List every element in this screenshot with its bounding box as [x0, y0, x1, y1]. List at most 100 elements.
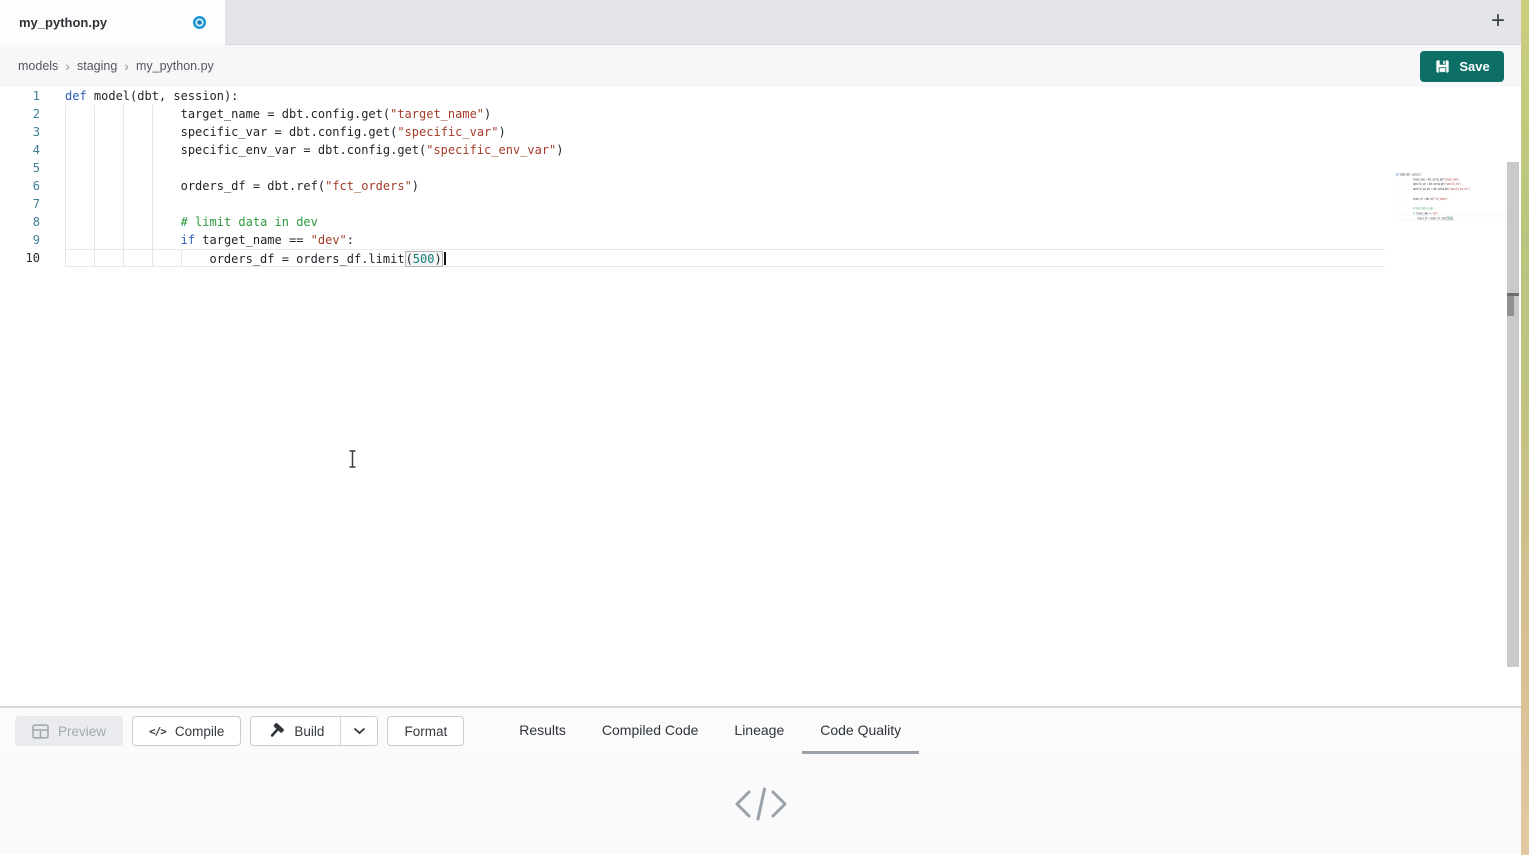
code-line[interactable]	[65, 195, 1385, 213]
code-line[interactable]: if target_name == "dev":	[65, 231, 1385, 249]
code-line[interactable]	[65, 159, 1385, 177]
code-line[interactable]: specific_env_var = dbt.config.get("speci…	[65, 141, 1385, 159]
breadcrumb-models: models	[18, 59, 58, 73]
unsaved-changes-dot	[193, 16, 206, 29]
indent-guide	[152, 231, 153, 249]
indent-guide	[123, 159, 124, 177]
tab-compiled-code[interactable]: Compiled Code	[584, 708, 717, 754]
indent-guide	[94, 195, 95, 213]
code-content[interactable]: def model(dbt, session):target_name = db…	[65, 87, 1385, 267]
line-number: 4	[0, 141, 40, 159]
line-number: 6	[0, 177, 40, 195]
vertical-scrollbar[interactable]	[1507, 162, 1519, 667]
tab-results[interactable]: Results	[501, 708, 584, 754]
line-number: 8	[0, 213, 40, 231]
indent-guide	[94, 177, 95, 195]
tab-compiled-code-label: Compiled Code	[602, 722, 699, 738]
line-number: 5	[0, 159, 40, 177]
line-number: 10	[0, 249, 40, 267]
indent-guide	[152, 177, 153, 195]
tab-my-python-py[interactable]: my_python.py	[0, 0, 225, 45]
indent-guide	[123, 141, 124, 159]
format-button[interactable]: Format	[387, 716, 464, 746]
code-line[interactable]: target_name = dbt.config.get("target_nam…	[65, 105, 1385, 123]
indent-guide	[94, 250, 95, 266]
plus-icon: +	[1491, 9, 1505, 33]
tab-results-label: Results	[519, 722, 566, 738]
save-icon	[1434, 58, 1451, 75]
indent-guide	[94, 213, 95, 231]
hammer-icon	[267, 722, 285, 740]
indent-guide	[94, 123, 95, 141]
indent-guide	[123, 177, 124, 195]
breadcrumb-staging: staging	[77, 59, 117, 73]
save-button[interactable]: Save	[1420, 51, 1504, 82]
indent-guide	[65, 105, 66, 123]
build-label: Build	[294, 724, 324, 739]
indent-guide	[152, 250, 153, 266]
indent-guide	[152, 105, 153, 123]
indent-guide	[181, 250, 182, 266]
line-number: 2	[0, 105, 40, 123]
line-number-gutter: 12345678910	[0, 87, 40, 267]
code-icon: </>	[149, 725, 166, 738]
indent-guide	[65, 250, 66, 266]
indent-guide	[94, 159, 95, 177]
indent-guide	[65, 231, 66, 249]
line-number: 9	[0, 231, 40, 249]
indent-guide	[65, 141, 66, 159]
indent-guide	[94, 141, 95, 159]
text-ibeam-cursor	[346, 449, 359, 469]
code-editor[interactable]: 12345678910 def model(dbt, session):targ…	[0, 87, 1521, 707]
indent-guide	[152, 159, 153, 177]
build-button[interactable]: Build	[251, 717, 340, 745]
indent-guide	[152, 213, 153, 231]
format-label: Format	[404, 724, 447, 739]
preview-label: Preview	[58, 724, 106, 739]
table-icon	[32, 724, 49, 739]
code-line[interactable]: # limit data in dev	[65, 213, 1385, 231]
indent-guide	[65, 159, 66, 177]
indent-guide	[65, 177, 66, 195]
compile-label: Compile	[175, 724, 225, 739]
compile-button[interactable]: </> Compile	[132, 716, 241, 746]
build-options-button[interactable]	[340, 717, 377, 745]
indent-guide	[94, 231, 95, 249]
breadcrumb: models › staging › my_python.py Save	[0, 45, 1521, 87]
indent-guide	[65, 123, 66, 141]
indent-guide	[94, 105, 95, 123]
build-split-button: Build	[250, 716, 378, 746]
indent-guide	[152, 141, 153, 159]
indent-guide	[123, 105, 124, 123]
save-label: Save	[1459, 59, 1489, 74]
indent-guide	[123, 231, 124, 249]
code-line[interactable]: orders_df = orders_df.limit(500)	[1396, 216, 1517, 221]
code-line[interactable]: def model(dbt, session):	[65, 87, 1385, 105]
chevron-right-icon: ›	[124, 58, 129, 74]
indent-guide	[123, 195, 124, 213]
desktop-edge-strip	[1521, 0, 1529, 855]
line-number: 3	[0, 123, 40, 141]
code-icon	[730, 783, 792, 825]
indent-guide	[152, 195, 153, 213]
bottom-toolbar: Preview </> Compile Build	[0, 707, 1521, 754]
tab-strip: my_python.py +	[0, 0, 1521, 45]
code-line[interactable]: orders_df = dbt.ref("fct_orders")	[65, 177, 1385, 195]
result-tabs: Results Compiled Code Lineage Code Quali…	[501, 708, 919, 754]
indent-guide	[123, 123, 124, 141]
breadcrumb-file: my_python.py	[136, 59, 214, 73]
preview-button[interactable]: Preview	[15, 716, 123, 746]
tab-lineage[interactable]: Lineage	[716, 708, 802, 754]
ide-window: my_python.py + models › staging › my_pyt…	[0, 0, 1521, 855]
indent-guide	[152, 123, 153, 141]
new-tab-button[interactable]: +	[1483, 6, 1513, 36]
indent-guide	[123, 213, 124, 231]
indent-guide	[65, 213, 66, 231]
line-number: 1	[0, 87, 40, 105]
code-line[interactable]: specific_var = dbt.config.get("specific_…	[65, 123, 1385, 141]
tab-code-quality[interactable]: Code Quality	[802, 708, 919, 754]
scrollbar-thumb[interactable]	[1507, 296, 1514, 316]
tab-title: my_python.py	[19, 15, 107, 30]
minimap[interactable]: def model(dbt, session):target_name = db…	[1396, 172, 1517, 221]
code-line[interactable]: orders_df = orders_df.limit(500)	[65, 249, 1385, 267]
